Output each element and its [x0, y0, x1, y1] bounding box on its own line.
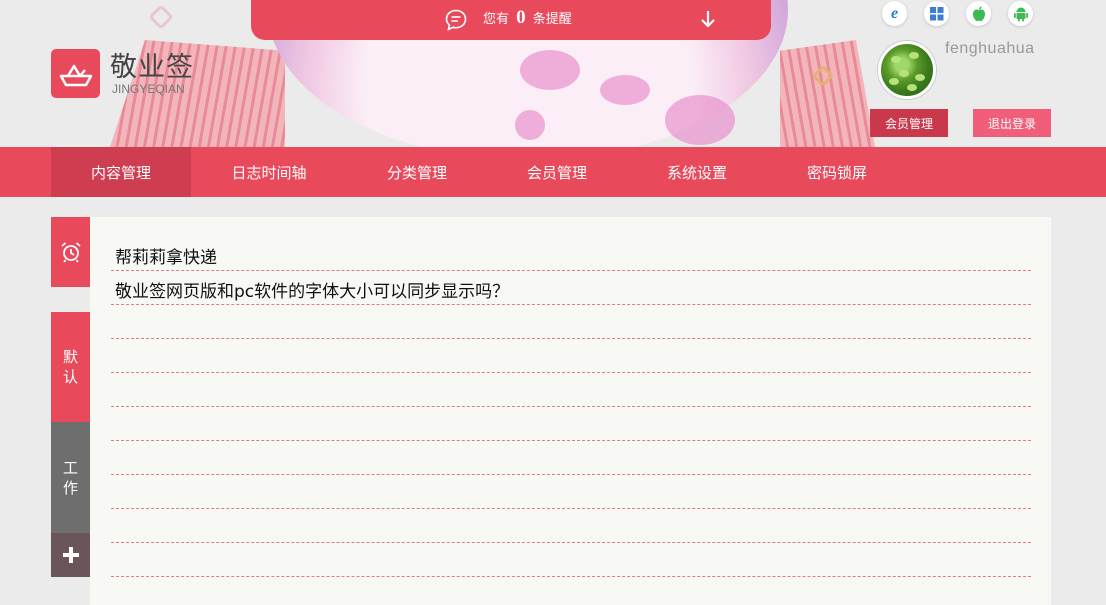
plus-icon	[62, 547, 79, 563]
add-category-button[interactable]	[51, 533, 90, 577]
nav-password-lock[interactable]: 密码锁屏	[767, 147, 907, 197]
header: 敬业签 JINGYEQIAN 您有 0 条提醒 e fenghuahua 会员管…	[0, 0, 1106, 147]
nav-category-management[interactable]: 分类管理	[347, 147, 487, 197]
reminder-suffix: 条提醒	[532, 12, 572, 27]
rule-line	[111, 270, 1031, 271]
decorative-blob	[520, 50, 580, 90]
reminder-prefix: 您有	[483, 12, 510, 27]
rule-line	[111, 474, 1031, 475]
category-tab-label: 默认	[62, 348, 78, 386]
nav-log-timeline[interactable]: 日志时间轴	[199, 147, 339, 197]
android-download-button[interactable]	[1008, 1, 1033, 26]
rule-line	[111, 304, 1031, 305]
alarm-clock-icon	[60, 242, 81, 263]
decorative-knot	[148, 4, 174, 30]
boat-icon	[59, 64, 92, 86]
decorative-fan	[780, 40, 875, 147]
category-tab-work[interactable]: 工作	[51, 422, 90, 533]
rule-line	[111, 576, 1031, 577]
category-tab-default[interactable]: 默认	[51, 312, 90, 422]
app-subtitle: JINGYEQIAN	[112, 82, 185, 96]
avatar[interactable]	[878, 41, 936, 99]
note-item[interactable]: 敬业签网页版和pc软件的字体大小可以同步显示吗？	[115, 277, 509, 302]
logo[interactable]	[51, 49, 100, 98]
username: fenghuahua	[945, 40, 1035, 57]
android-icon	[1013, 7, 1028, 21]
nav-member-management[interactable]: 会员管理	[487, 147, 627, 197]
reminder-text: 您有 0 条提醒	[483, 6, 572, 32]
ie-download-button[interactable]: e	[882, 1, 907, 26]
nav-system-settings[interactable]: 系统设置	[627, 147, 767, 197]
windows-icon	[929, 6, 943, 20]
reminder-bar[interactable]: 您有 0 条提醒	[251, 0, 771, 40]
logout-button[interactable]: 退出登录	[973, 109, 1051, 137]
chat-bubble-icon	[445, 9, 467, 31]
decorative-blob	[515, 110, 545, 140]
member-management-button[interactable]: 会员管理	[870, 109, 948, 137]
nav-content-management[interactable]: 内容管理	[51, 147, 191, 197]
note-item[interactable]: 帮莉莉拿快递	[115, 243, 217, 268]
rule-line	[111, 372, 1031, 373]
reminder-tab[interactable]	[51, 217, 90, 287]
arrow-down-icon[interactable]	[699, 9, 717, 29]
reminder-count: 0	[516, 7, 526, 28]
notes-panel: 帮莉莉拿快递 敬业签网页版和pc软件的字体大小可以同步显示吗？	[90, 217, 1051, 605]
decorative-blob	[665, 95, 735, 145]
windows-download-button[interactable]	[924, 1, 949, 26]
ie-icon: e	[890, 4, 899, 22]
rule-line	[111, 508, 1031, 509]
app-title: 敬业签	[110, 52, 194, 83]
apple-icon	[972, 6, 985, 21]
apple-download-button[interactable]	[966, 1, 991, 26]
rule-line	[111, 440, 1031, 441]
decorative-blob	[600, 75, 650, 105]
rule-line	[111, 406, 1031, 407]
rule-line	[111, 338, 1031, 339]
category-tab-label: 工作	[62, 458, 78, 497]
rule-line	[111, 542, 1031, 543]
main-nav: 内容管理 日志时间轴 分类管理 会员管理 系统设置 密码锁屏	[0, 147, 1106, 197]
